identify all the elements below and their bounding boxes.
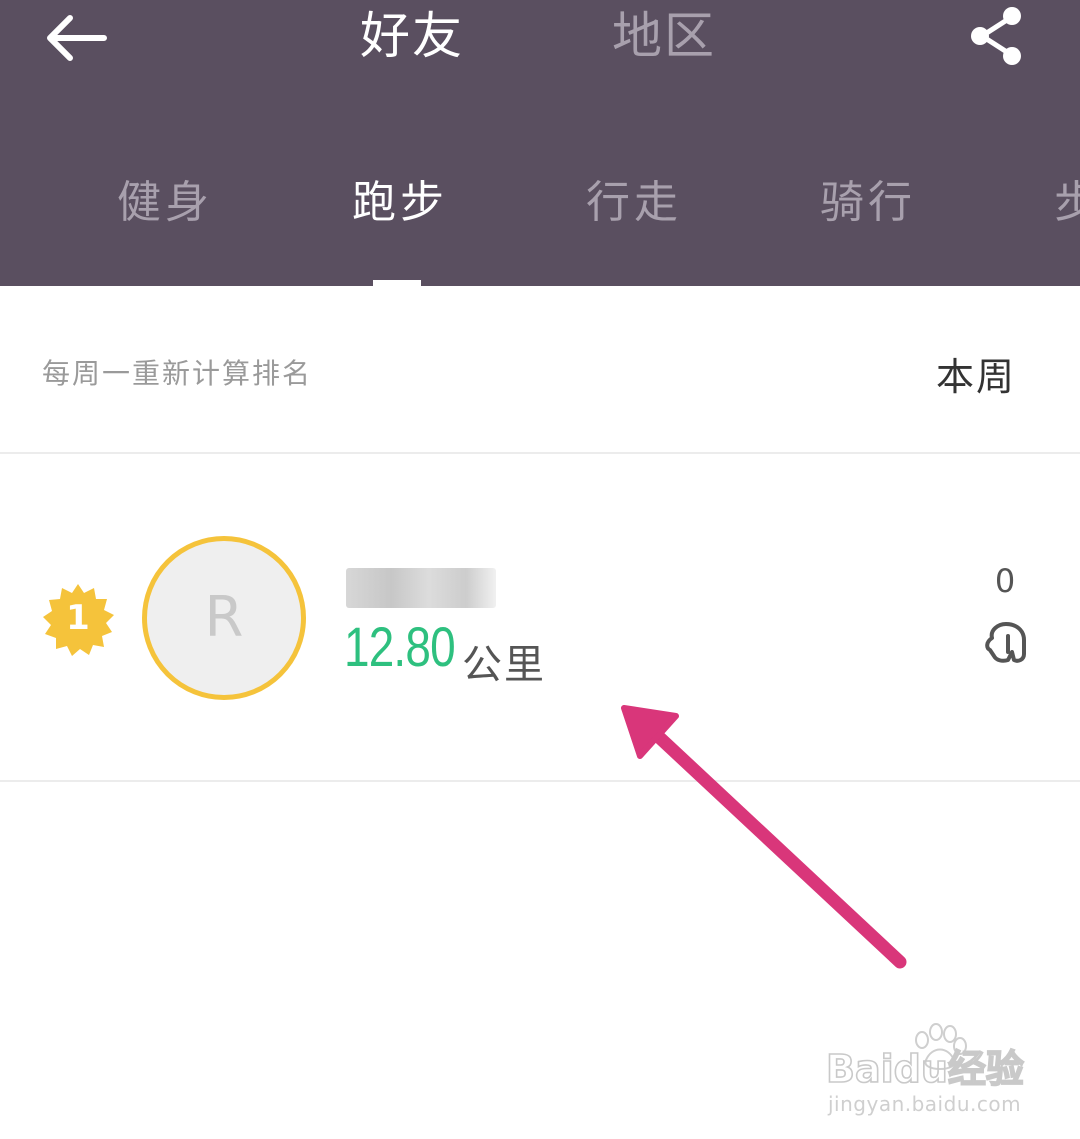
- distance-unit: 公里: [462, 642, 546, 688]
- rank-number: 1: [66, 598, 90, 638]
- tab-region[interactable]: 地区: [612, 4, 716, 68]
- watermark-url: jingyan.baidu.com: [828, 1092, 1022, 1116]
- tab-walking[interactable]: 行走: [586, 170, 682, 236]
- user-name-blurred: [346, 568, 496, 608]
- avatar[interactable]: R: [142, 536, 306, 700]
- distance-value: 12.80: [344, 615, 456, 678]
- top-header: 好友 地区 健身 跑步 行走 骑行 步: [0, 0, 1080, 286]
- tab-steps[interactable]: 步: [1054, 170, 1080, 236]
- like-hand-icon: [985, 622, 1026, 663]
- tab-fitness[interactable]: 健身: [117, 170, 213, 236]
- share-icon: [971, 7, 1021, 65]
- like-button[interactable]: [982, 620, 1030, 666]
- divider: [0, 780, 1080, 782]
- tab-cycling[interactable]: 骑行: [820, 170, 916, 236]
- divider: [0, 452, 1080, 454]
- share-button[interactable]: [966, 4, 1028, 68]
- ranking-reset-note: 每周一重新计算排名: [42, 357, 313, 390]
- watermark-logo: Baidu经验: [826, 1047, 1024, 1091]
- period-selector[interactable]: 本周: [936, 346, 1016, 401]
- tab-friends[interactable]: 好友: [360, 4, 464, 68]
- tab-running[interactable]: 跑步: [352, 170, 448, 236]
- back-arrow-icon: [47, 15, 107, 61]
- back-button[interactable]: [40, 10, 112, 66]
- like-count: 0: [994, 562, 1016, 600]
